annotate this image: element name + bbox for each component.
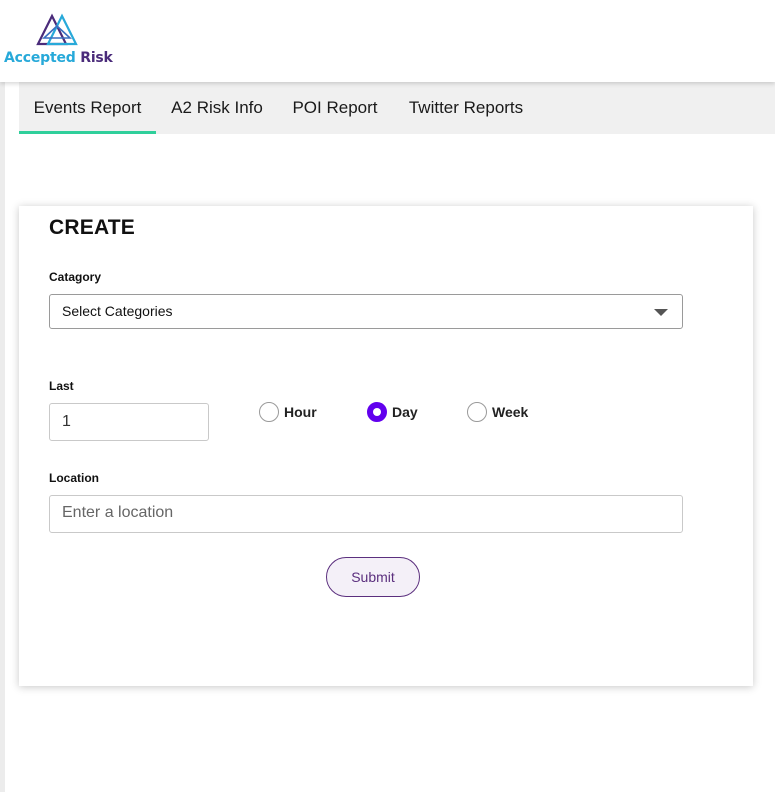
radio-day[interactable]: Day (367, 402, 427, 424)
logo-text-accepted: Accepted (4, 50, 76, 66)
location-label: Location (49, 471, 99, 485)
triangle-logo-icon (36, 13, 78, 46)
accepted-risk-logo[interactable]: Accepted Risk (4, 12, 114, 70)
tab-a2-risk-info[interactable]: A2 Risk Info (156, 82, 278, 134)
category-select[interactable]: Select Categories (49, 294, 683, 329)
logo-text-risk: Risk (80, 50, 113, 66)
tab-poi-report[interactable]: POI Report (278, 82, 392, 134)
submit-button[interactable]: Submit (326, 557, 420, 597)
form-title: CREATE (49, 216, 135, 239)
location-field[interactable] (49, 495, 683, 533)
logo-text: Accepted Risk (4, 50, 113, 66)
radio-day-label: Day (392, 404, 418, 420)
top-header: Accepted Risk (0, 0, 775, 82)
radio-week-circle (467, 402, 487, 422)
radio-week-label: Week (492, 404, 529, 420)
last-label: Last (49, 379, 74, 393)
radio-hour-circle (259, 402, 279, 422)
radio-week[interactable]: Week (467, 402, 537, 424)
left-gutter (0, 82, 5, 792)
radio-day-circle (367, 402, 387, 422)
last-number-value: 1 (62, 413, 71, 430)
radio-hour-label: Hour (284, 404, 317, 420)
create-form-card: CREATE Catagory Select Categories Last 1… (19, 206, 753, 686)
location-input[interactable] (50, 496, 682, 530)
category-label: Catagory (49, 270, 102, 284)
tab-twitter-reports[interactable]: Twitter Reports (392, 82, 540, 134)
tab-events-report[interactable]: Events Report (19, 82, 156, 134)
report-tabs: Events Report A2 Risk Info POI Report Tw… (19, 82, 775, 134)
page: Accepted Risk Events Report A2 Risk Info… (0, 0, 775, 792)
chevron-down-icon (654, 309, 668, 316)
category-select-value: Select Categories (62, 303, 173, 319)
last-number-input[interactable]: 1 (49, 403, 209, 441)
radio-hour[interactable]: Hour (259, 402, 329, 424)
